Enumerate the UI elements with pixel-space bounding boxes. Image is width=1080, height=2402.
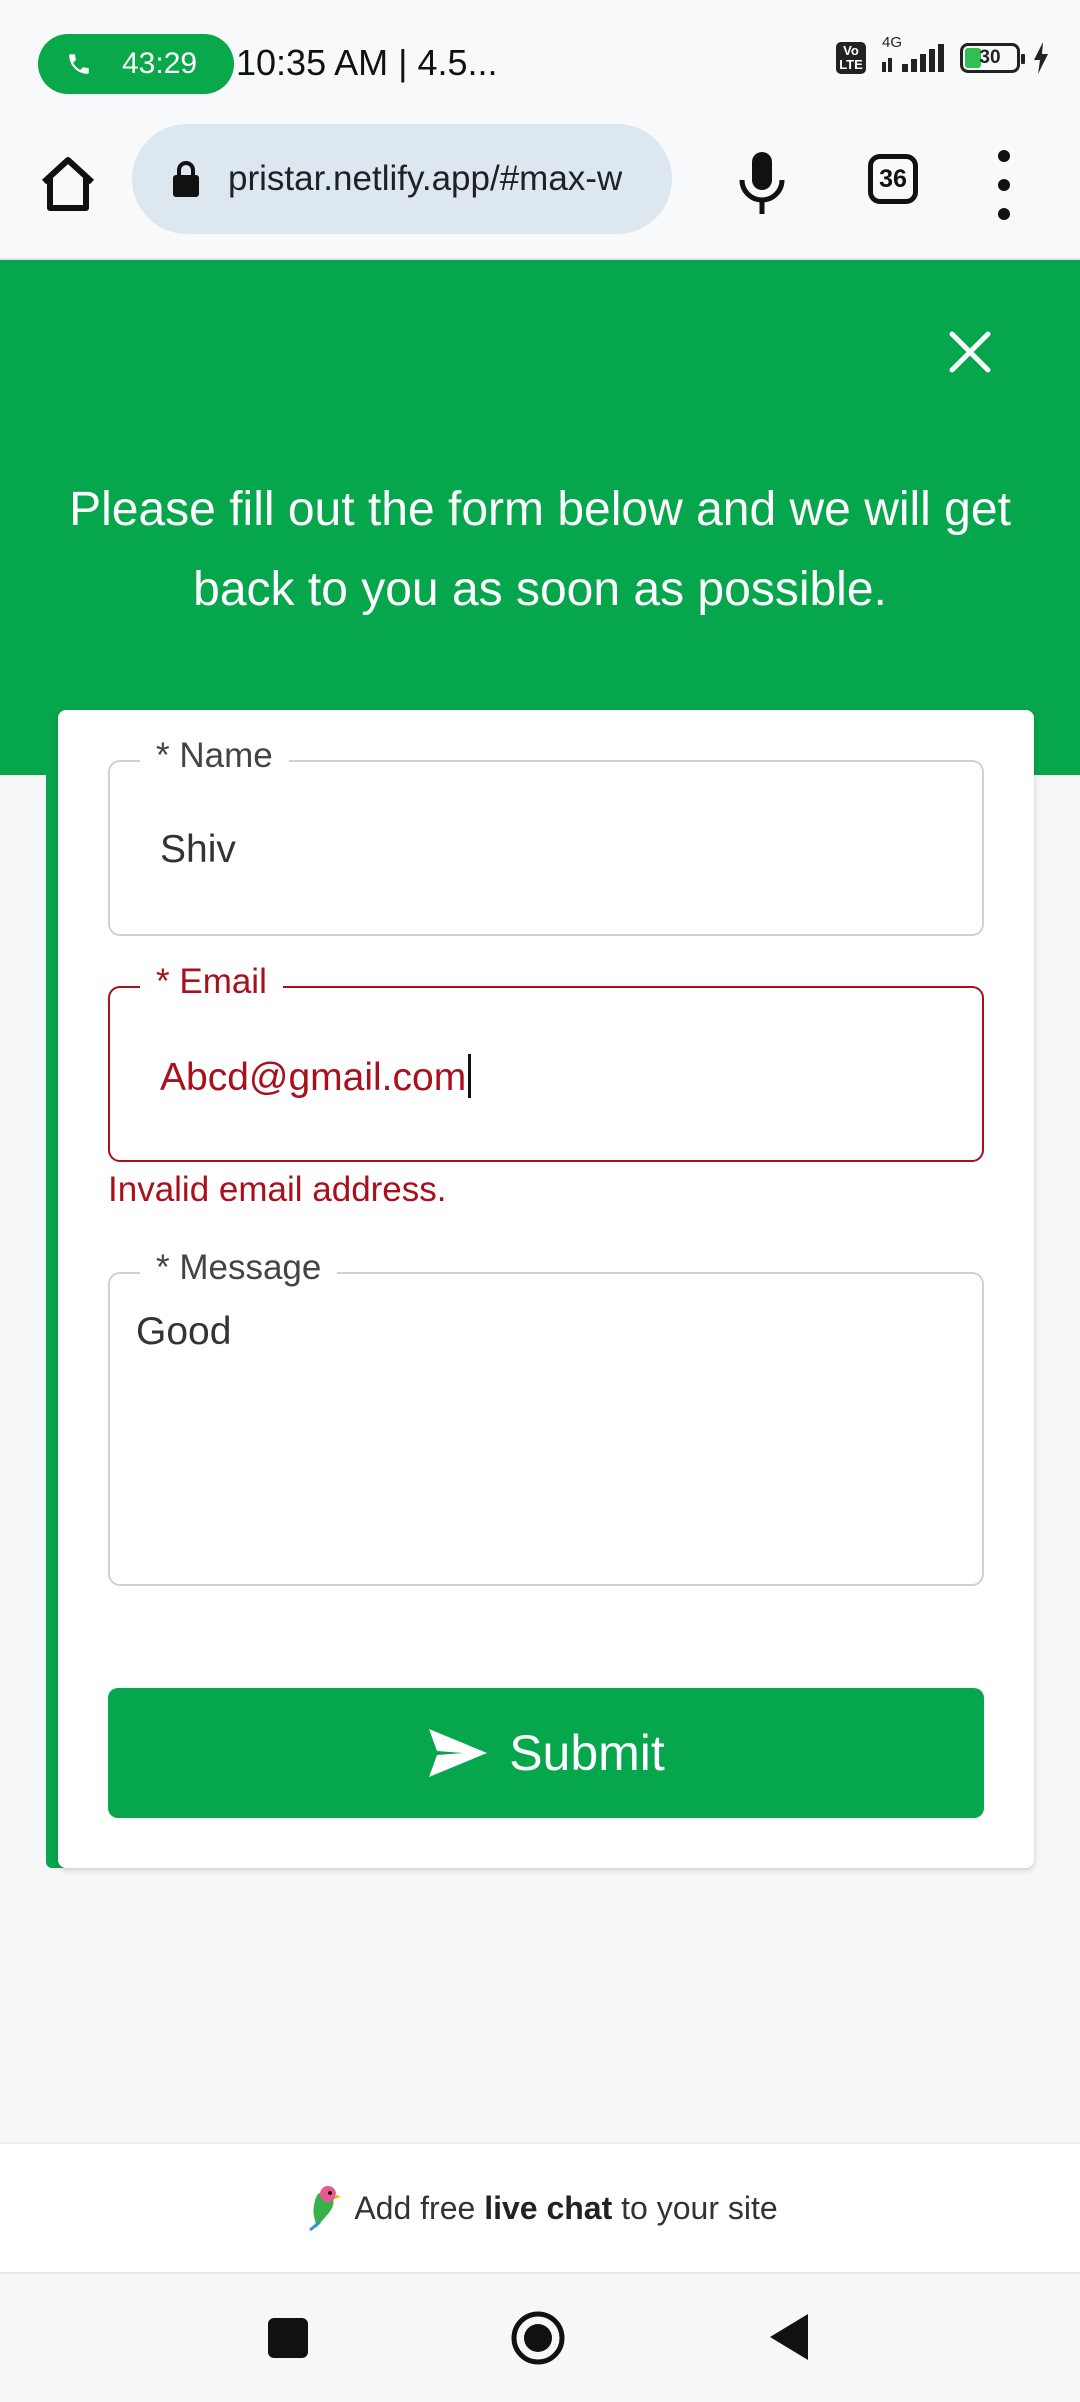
contact-form-card: * Name Shiv * Email Abcd@gmail.com Inval… bbox=[58, 710, 1034, 1868]
form-intro-text: Please fill out the form below and we wi… bbox=[69, 483, 1011, 616]
microphone-icon[interactable] bbox=[730, 148, 794, 220]
send-icon bbox=[429, 1729, 488, 1777]
clock-text: 10:35 AM | 4.5... bbox=[236, 42, 498, 83]
name-field[interactable]: * Name Shiv bbox=[108, 736, 984, 936]
parrot-logo-icon bbox=[309, 2186, 342, 2232]
phone-icon bbox=[69, 54, 89, 74]
submit-button[interactable]: Submit bbox=[108, 1688, 984, 1818]
home-icon[interactable] bbox=[36, 152, 100, 216]
email-label: * Email bbox=[140, 962, 283, 1002]
home-circle-icon[interactable] bbox=[510, 2310, 566, 2366]
message-field[interactable]: * Message Good bbox=[108, 1248, 984, 1586]
close-icon[interactable] bbox=[938, 320, 1002, 384]
address-bar[interactable]: pristar.netlify.app/#max-w bbox=[132, 124, 672, 234]
more-options-icon[interactable] bbox=[986, 150, 1022, 220]
form-header: Please fill out the form below and we wi… bbox=[0, 260, 1080, 775]
email-input-text: Abcd@gmail.com bbox=[160, 1056, 467, 1099]
charging-icon bbox=[1034, 42, 1048, 74]
email-input[interactable]: Abcd@gmail.com bbox=[160, 1054, 472, 1100]
promo-text: Add free live chat to your site bbox=[354, 2189, 778, 2226]
email-field[interactable]: * Email Abcd@gmail.com bbox=[108, 962, 984, 1162]
name-input[interactable]: Shiv bbox=[160, 828, 236, 872]
volte-icon: Vo LTE bbox=[836, 42, 866, 74]
battery-icon: 30 bbox=[960, 43, 1025, 73]
system-icons: Vo LTE 4G 30 bbox=[836, 34, 1050, 76]
promo-highlight: live chat bbox=[484, 2189, 613, 2226]
signal-icon: 4G bbox=[878, 34, 948, 76]
text-cursor bbox=[468, 1054, 472, 1098]
recent-apps-icon[interactable] bbox=[268, 2318, 308, 2358]
battery-level: 30 bbox=[979, 47, 1001, 68]
submit-label: Submit bbox=[509, 1725, 665, 1781]
ongoing-call-chip[interactable]: 43:29 bbox=[38, 34, 234, 94]
call-duration: 43:29 bbox=[122, 47, 198, 80]
system-navigation-bar bbox=[0, 2272, 1080, 2402]
message-textarea[interactable]: Good bbox=[136, 1310, 231, 1354]
browser-toolbar: pristar.netlify.app/#max-w 36 bbox=[0, 120, 1080, 260]
back-icon[interactable] bbox=[768, 2312, 812, 2362]
url-text: pristar.netlify.app/#max-w bbox=[228, 159, 623, 198]
tab-switcher-button[interactable]: 36 bbox=[868, 154, 918, 204]
status-bar: 43:29 10:35 AM | 4.5... Vo LTE 4G 30 bbox=[0, 0, 1080, 120]
message-label: * Message bbox=[140, 1248, 338, 1288]
email-error-message: Invalid email address. bbox=[108, 1170, 447, 1209]
lock-icon bbox=[173, 161, 199, 197]
name-label: * Name bbox=[140, 736, 289, 776]
live-chat-promo[interactable]: Add free live chat to your site bbox=[0, 2142, 1080, 2272]
